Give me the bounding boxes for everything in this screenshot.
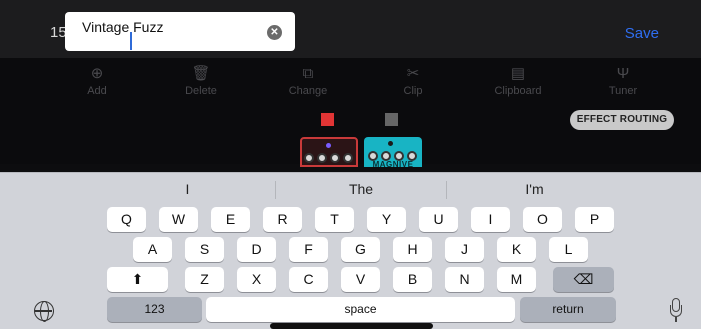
key-c[interactable]: C xyxy=(289,267,328,292)
tuner-label: Tuner xyxy=(608,85,638,97)
clipboard-button[interactable]: ▤ Clipboard xyxy=(478,64,558,97)
key-l[interactable]: L xyxy=(549,237,588,262)
home-indicator xyxy=(270,323,433,329)
key-d[interactable]: D xyxy=(237,237,276,262)
clear-text-button[interactable]: ✕ xyxy=(267,25,282,40)
pedal-1-knob xyxy=(330,153,340,163)
key-b[interactable]: B xyxy=(393,267,432,292)
pedal-1-knob xyxy=(317,153,327,163)
key-v[interactable]: V xyxy=(341,267,380,292)
text-cursor xyxy=(130,32,132,50)
delete-button[interactable]: 🗑 Delete xyxy=(161,64,241,97)
pedal-2-name: MAGNIVE xyxy=(372,160,414,169)
clip-label: Clip xyxy=(403,85,423,97)
change-label: Change xyxy=(288,85,328,97)
globe-icon[interactable] xyxy=(34,301,54,322)
suggestion-2[interactable]: The xyxy=(276,181,446,199)
key-j[interactable]: J xyxy=(445,237,484,262)
effect-pedal-2[interactable]: MAGNIVE xyxy=(364,137,422,169)
effect-chain: EFFECT ROUTING MAGNIVE xyxy=(0,104,701,169)
patch-name-input[interactable]: Vintage Fuzz ✕ xyxy=(65,12,295,51)
edit-toolbar: ⊕ Add 🗑 Delete ⧉ Change ✂ Clip ▤ Clipboa… xyxy=(0,58,701,104)
key-u[interactable]: U xyxy=(419,207,458,232)
key-w[interactable]: W xyxy=(159,207,198,232)
change-icon: ⧉ xyxy=(302,65,314,82)
shift-key[interactable]: ⬆ xyxy=(107,267,168,292)
trash-icon: 🗑 xyxy=(191,65,211,82)
tuner-fork-icon: Ψ xyxy=(616,65,630,82)
key-n[interactable]: N xyxy=(445,267,484,292)
suggestion-3[interactable]: I'm xyxy=(447,181,622,199)
key-p[interactable]: P xyxy=(575,207,614,232)
change-button[interactable]: ⧉ Change xyxy=(268,64,348,97)
save-button[interactable]: Save xyxy=(625,25,659,42)
key-q[interactable]: Q xyxy=(107,207,146,232)
clipboard-icon: ▤ xyxy=(510,65,526,82)
key-g[interactable]: G xyxy=(341,237,380,262)
key-t[interactable]: T xyxy=(315,207,354,232)
key-i[interactable]: I xyxy=(471,207,510,232)
key-f[interactable]: F xyxy=(289,237,328,262)
delete-label: Delete xyxy=(185,85,217,97)
clip-button[interactable]: ✂ Clip xyxy=(373,64,453,97)
effect-pedal-1[interactable] xyxy=(300,137,358,167)
key-s[interactable]: S xyxy=(185,237,224,262)
patch-name-value: Vintage Fuzz xyxy=(82,19,164,35)
key-o[interactable]: O xyxy=(523,207,562,232)
clipboard-label: Clipboard xyxy=(494,85,542,97)
key-a[interactable]: A xyxy=(133,237,172,262)
key-x[interactable]: X xyxy=(237,267,276,292)
scissors-icon: ✂ xyxy=(406,65,420,82)
pedal-1-knob xyxy=(343,153,353,163)
numbers-key[interactable]: 123 xyxy=(107,297,202,322)
backspace-key[interactable]: ⌫ xyxy=(553,267,614,292)
space-key[interactable]: space xyxy=(206,297,515,322)
add-button[interactable]: ⊕ Add xyxy=(57,64,137,97)
key-k[interactable]: K xyxy=(497,237,536,262)
pedal-2-led xyxy=(388,141,393,146)
key-z[interactable]: Z xyxy=(185,267,224,292)
suggestion-1[interactable]: I xyxy=(100,181,275,199)
key-y[interactable]: Y xyxy=(367,207,406,232)
pedal-1-knob xyxy=(304,153,314,163)
return-key[interactable]: return xyxy=(520,297,616,322)
key-e[interactable]: E xyxy=(211,207,250,232)
pedal-1-led xyxy=(326,143,331,148)
add-label: Add xyxy=(87,85,107,97)
tuner-button[interactable]: Ψ Tuner xyxy=(583,64,663,97)
key-h[interactable]: H xyxy=(393,237,432,262)
microphone-icon[interactable] xyxy=(670,298,682,323)
effect-1-on-indicator[interactable] xyxy=(321,113,334,126)
key-r[interactable]: R xyxy=(263,207,302,232)
header-bar: 159 Vintage Fuzz ✕ Save xyxy=(0,0,701,58)
key-m[interactable]: M xyxy=(497,267,536,292)
effect-2-off-indicator[interactable] xyxy=(385,113,398,126)
add-circle-icon: ⊕ xyxy=(90,65,104,82)
effect-routing-button[interactable]: EFFECT ROUTING xyxy=(570,110,674,130)
onscreen-keyboard: I The I'm Q W E R T Y U I O P A S D F G … xyxy=(0,172,701,329)
